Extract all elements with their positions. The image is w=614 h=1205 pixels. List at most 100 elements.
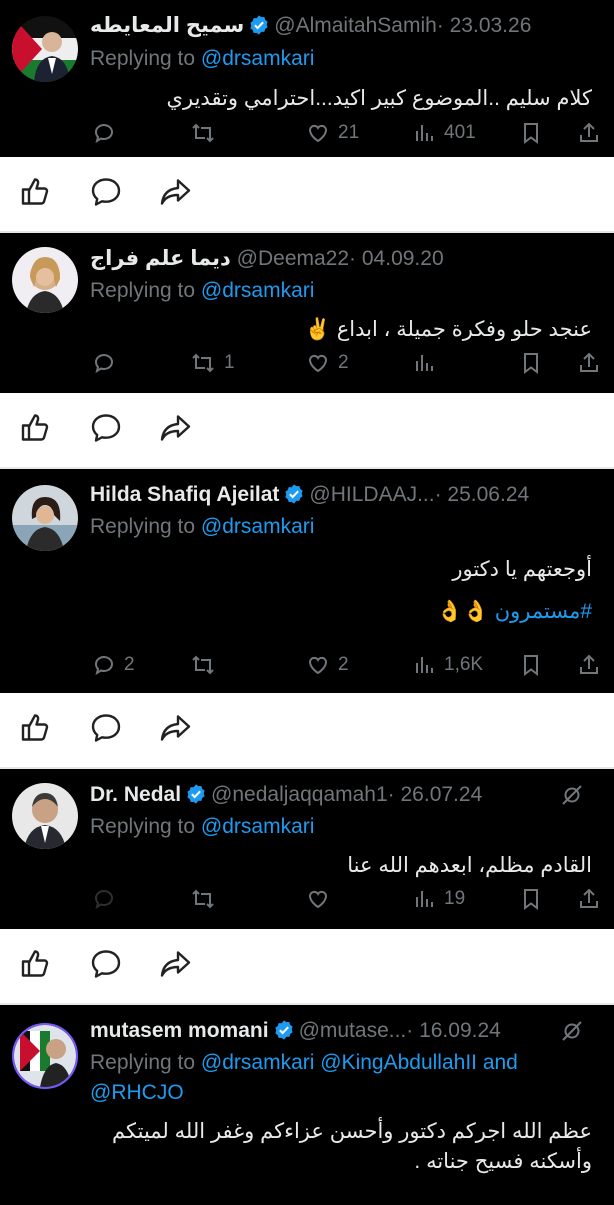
reply-button[interactable] — [92, 117, 124, 149]
reply-tweet-1[interactable]: سميح المعايطه @AlmaitahSamih· 23.03.26 Re… — [0, 0, 614, 157]
views-button[interactable]: 401 — [414, 117, 476, 149]
avatar[interactable] — [12, 247, 78, 313]
tweet-text: أوجعتهم يا دكتور — [452, 558, 592, 581]
author-name[interactable]: mutasem momani — [90, 1019, 269, 1042]
author-name[interactable]: Hilda Shafiq Ajeilat — [90, 483, 279, 506]
author-name[interactable]: ديما علم فراج — [90, 247, 231, 270]
reaction-bar — [0, 693, 614, 767]
bookmark-icon — [524, 123, 538, 144]
thumbs-up-icon[interactable] — [19, 412, 51, 449]
mention-link[interactable]: @drsamkari @KingAbdullahII and — [201, 1051, 518, 1074]
comment-icon[interactable] — [89, 712, 123, 749]
reaction-bar — [0, 929, 614, 1003]
author-handle[interactable]: @Deema22 — [237, 247, 349, 270]
like-button[interactable]: 2 — [306, 649, 349, 681]
share-icon — [580, 654, 598, 674]
thumbs-up-icon[interactable] — [19, 712, 51, 749]
replying-label: Replying to — [90, 515, 196, 538]
like-button[interactable]: 21 — [306, 117, 359, 149]
like-button[interactable] — [306, 883, 338, 915]
reply-tweet-5[interactable]: mutasem momani @mutase...· 16.09.24 Reply… — [0, 1005, 614, 1205]
reply-button[interactable] — [92, 883, 124, 915]
bookmark-icon — [524, 655, 538, 676]
tweet-header: Dr. Nedal @nedaljaqqamah1· 26.07.24 — [90, 781, 602, 813]
views-icon — [416, 125, 433, 141]
tweet-actions: 19 — [90, 883, 602, 915]
tweet-hashtag-line: #مستمرون 👌👌 — [90, 597, 592, 627]
reply-button[interactable]: 2 — [92, 649, 135, 681]
bookmark-button[interactable] — [520, 649, 542, 681]
bookmark-icon — [524, 889, 538, 910]
mention-link[interactable]: @RHCJO — [90, 1081, 184, 1104]
mention-link[interactable]: @drsamkari — [201, 815, 315, 838]
tweet-date[interactable]: · 04.09.20 — [349, 247, 444, 270]
bookmark-button[interactable] — [520, 347, 542, 379]
replying-to: Replying to @drsamkari — [90, 813, 602, 841]
tweet-actions: 1 2 — [90, 347, 602, 379]
reply-tweet-3[interactable]: Hilda Shafiq Ajeilat @HILDAAJ...· 25.06.2… — [0, 469, 614, 693]
comment-icon[interactable] — [89, 412, 123, 449]
avatar[interactable] — [12, 783, 78, 849]
retweet-icon — [192, 655, 214, 675]
reply-icon — [95, 124, 113, 144]
share-button[interactable] — [577, 117, 601, 149]
author-handle[interactable]: @nedaljaqqamah1 — [211, 783, 388, 806]
author-handle[interactable]: @HILDAAJ... — [309, 483, 434, 506]
replying-label: Replying to — [90, 279, 196, 302]
comment-icon[interactable] — [89, 948, 123, 985]
hashtag-link[interactable]: #مستمرون — [495, 600, 592, 623]
tweet-date[interactable]: · 25.06.24 — [435, 483, 530, 506]
reaction-bar — [0, 157, 614, 231]
share-button[interactable] — [577, 649, 601, 681]
views-button[interactable] — [414, 347, 444, 379]
retweet-button[interactable] — [190, 117, 224, 149]
share-icon — [580, 352, 598, 372]
tweet-date[interactable]: · 23.03.26 — [437, 14, 532, 37]
forward-icon[interactable] — [159, 948, 193, 985]
author-name[interactable]: سميح المعايطه — [90, 14, 244, 37]
reaction-bar — [0, 393, 614, 467]
author-handle[interactable]: @mutase... — [299, 1019, 407, 1042]
reply-button[interactable] — [92, 347, 124, 379]
views-button[interactable]: 1,6K — [414, 649, 483, 681]
forward-icon[interactable] — [159, 412, 193, 449]
retweet-button[interactable] — [190, 649, 224, 681]
reply-tweet-2[interactable]: ديما علم فراج @Deema22· 04.09.20 Replyin… — [0, 233, 614, 393]
grok-icon[interactable] — [560, 783, 584, 812]
retweet-button[interactable] — [190, 883, 224, 915]
author-name[interactable]: Dr. Nedal — [90, 783, 181, 806]
replying-to: Replying to @drsamkari — [90, 277, 602, 305]
mention-link[interactable]: @drsamkari — [201, 515, 315, 538]
views-button[interactable]: 19 — [414, 883, 465, 915]
views-icon — [416, 891, 433, 907]
share-button[interactable] — [577, 347, 601, 379]
verified-badge-icon — [185, 783, 207, 813]
forward-icon[interactable] — [159, 176, 193, 213]
thumbs-up-icon[interactable] — [19, 176, 51, 213]
reply-icon — [95, 354, 113, 374]
thumbs-up-icon[interactable] — [19, 948, 51, 985]
bookmark-button[interactable] — [520, 117, 542, 149]
tweet-text: كلام سليم ..الموضوع كبير اكيد...احترامي … — [166, 87, 592, 110]
tweet-date[interactable]: · 16.09.24 — [406, 1019, 501, 1042]
share-button[interactable] — [577, 883, 601, 915]
grok-icon[interactable] — [560, 1019, 584, 1048]
avatar[interactable] — [12, 485, 78, 551]
like-button[interactable]: 2 — [306, 347, 349, 379]
avatar[interactable] — [12, 1023, 78, 1089]
replying-to: Replying to @drsamkari @KingAbdullahII a… — [90, 1049, 602, 1077]
bookmark-button[interactable] — [520, 883, 542, 915]
reply-icon — [95, 656, 113, 676]
author-handle[interactable]: @AlmaitahSamih — [274, 14, 437, 37]
comment-icon[interactable] — [89, 176, 123, 213]
mention-link[interactable]: @drsamkari — [201, 47, 315, 70]
tweet-date[interactable]: · 26.07.24 — [388, 783, 483, 806]
forward-icon[interactable] — [159, 712, 193, 749]
views-count: 1,6K — [444, 654, 484, 675]
retweet-button[interactable]: 1 — [190, 347, 235, 379]
reply-tweet-4[interactable]: Dr. Nedal @nedaljaqqamah1· 26.07.24 Reply… — [0, 769, 614, 929]
mention-link[interactable]: @drsamkari — [201, 279, 315, 302]
tweet-text: القادم مظلم، ابعدهم الله عنا — [347, 854, 592, 877]
tweet-actions: 21 401 — [90, 117, 602, 149]
avatar[interactable] — [12, 16, 78, 82]
